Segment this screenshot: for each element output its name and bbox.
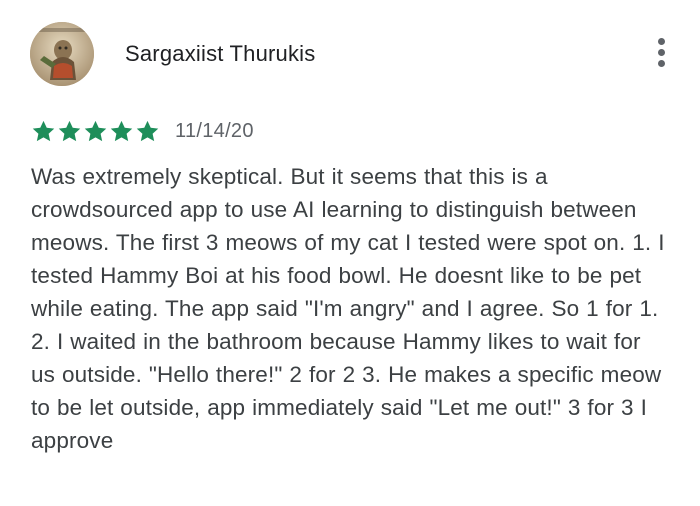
star-icon [110, 120, 133, 141]
star-icon [58, 120, 81, 141]
more-dot [657, 60, 665, 67]
star-rating [31, 119, 161, 144]
avatar[interactable] [30, 22, 94, 86]
more-dot [657, 38, 665, 45]
rating-row: 11/14/20 [31, 118, 254, 144]
review-card: Sargaxiist Thurukis 11/14/20 Was extreme… [0, 0, 700, 506]
review-date: 11/14/20 [175, 119, 254, 142]
author-name: Sargaxiist Thurukis [125, 41, 316, 66]
review-header: Sargaxiist Thurukis [30, 22, 670, 86]
star-icon [136, 120, 159, 141]
star-icon [32, 120, 55, 141]
star-icon [84, 120, 107, 141]
more-vert-icon[interactable] [652, 38, 670, 72]
profile-photo-icon [30, 22, 94, 86]
review-text: Was extremely skeptical. But it seems th… [31, 164, 665, 453]
more-dot [657, 49, 665, 56]
